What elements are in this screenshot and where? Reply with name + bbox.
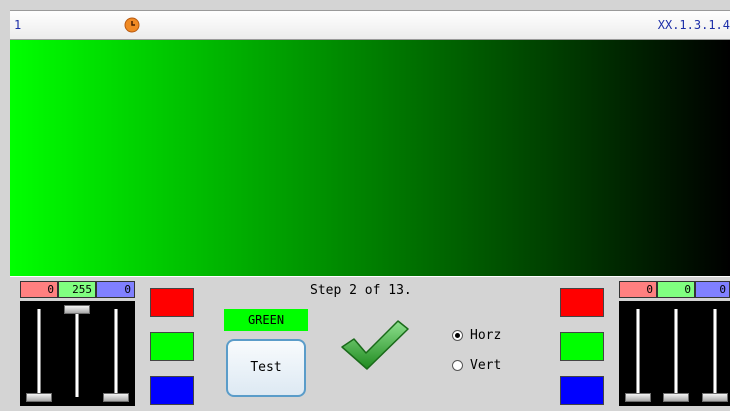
step-indicator: Step 2 of 13. bbox=[310, 283, 412, 298]
right-red-swatch[interactable] bbox=[560, 288, 604, 317]
right-blue-track[interactable] bbox=[713, 309, 717, 397]
left-slider-panel bbox=[20, 301, 135, 406]
left-blue-value[interactable]: 0 bbox=[96, 281, 135, 298]
right-green-slider[interactable] bbox=[663, 393, 689, 402]
left-red-slider[interactable] bbox=[26, 393, 52, 402]
radio-vert-indicator[interactable] bbox=[452, 360, 463, 371]
radio-vert-label: Vert bbox=[470, 358, 502, 373]
right-blue-slider[interactable] bbox=[702, 393, 728, 402]
right-green-value[interactable]: 0 bbox=[657, 281, 695, 298]
radio-horz[interactable]: Horz bbox=[452, 328, 501, 343]
right-rgb-values: 0 0 0 bbox=[619, 281, 730, 298]
version-label: XX.1.3.1.4 bbox=[657, 18, 730, 32]
left-rgb-values: 0 255 0 bbox=[20, 281, 135, 298]
left-blue-track[interactable] bbox=[114, 309, 118, 397]
left-green-value[interactable]: 255 bbox=[58, 281, 96, 298]
right-blue-value[interactable]: 0 bbox=[695, 281, 730, 298]
title-index: 1 bbox=[14, 18, 22, 32]
left-green-slider[interactable] bbox=[64, 305, 90, 314]
right-red-value[interactable]: 0 bbox=[619, 281, 657, 298]
left-blue-slider[interactable] bbox=[103, 393, 129, 402]
left-red-value[interactable]: 0 bbox=[20, 281, 58, 298]
left-green-swatch[interactable] bbox=[150, 332, 194, 361]
right-green-track[interactable] bbox=[674, 309, 678, 397]
title-bar: 1 XX.1.3.1.4 bbox=[10, 10, 730, 40]
left-red-track[interactable] bbox=[37, 309, 41, 397]
radio-horz-indicator[interactable] bbox=[452, 330, 463, 341]
test-button[interactable]: Test bbox=[226, 339, 306, 397]
radio-vert[interactable]: Vert bbox=[452, 358, 501, 373]
left-blue-swatch[interactable] bbox=[150, 376, 194, 405]
checkmark-icon[interactable] bbox=[340, 317, 410, 373]
right-slider-panel bbox=[619, 301, 730, 406]
right-red-slider[interactable] bbox=[625, 393, 651, 402]
right-red-track[interactable] bbox=[636, 309, 640, 397]
clock-icon[interactable] bbox=[124, 17, 140, 33]
right-blue-swatch[interactable] bbox=[560, 376, 604, 405]
left-green-track[interactable] bbox=[75, 309, 79, 397]
left-red-swatch[interactable] bbox=[150, 288, 194, 317]
test-pattern-gradient bbox=[10, 40, 730, 276]
control-panel: 0 255 0 Step 2 of 13. GREEN Test Horz Ve… bbox=[10, 276, 730, 411]
channel-label: GREEN bbox=[224, 309, 308, 331]
right-green-swatch[interactable] bbox=[560, 332, 604, 361]
radio-horz-label: Horz bbox=[470, 328, 502, 343]
